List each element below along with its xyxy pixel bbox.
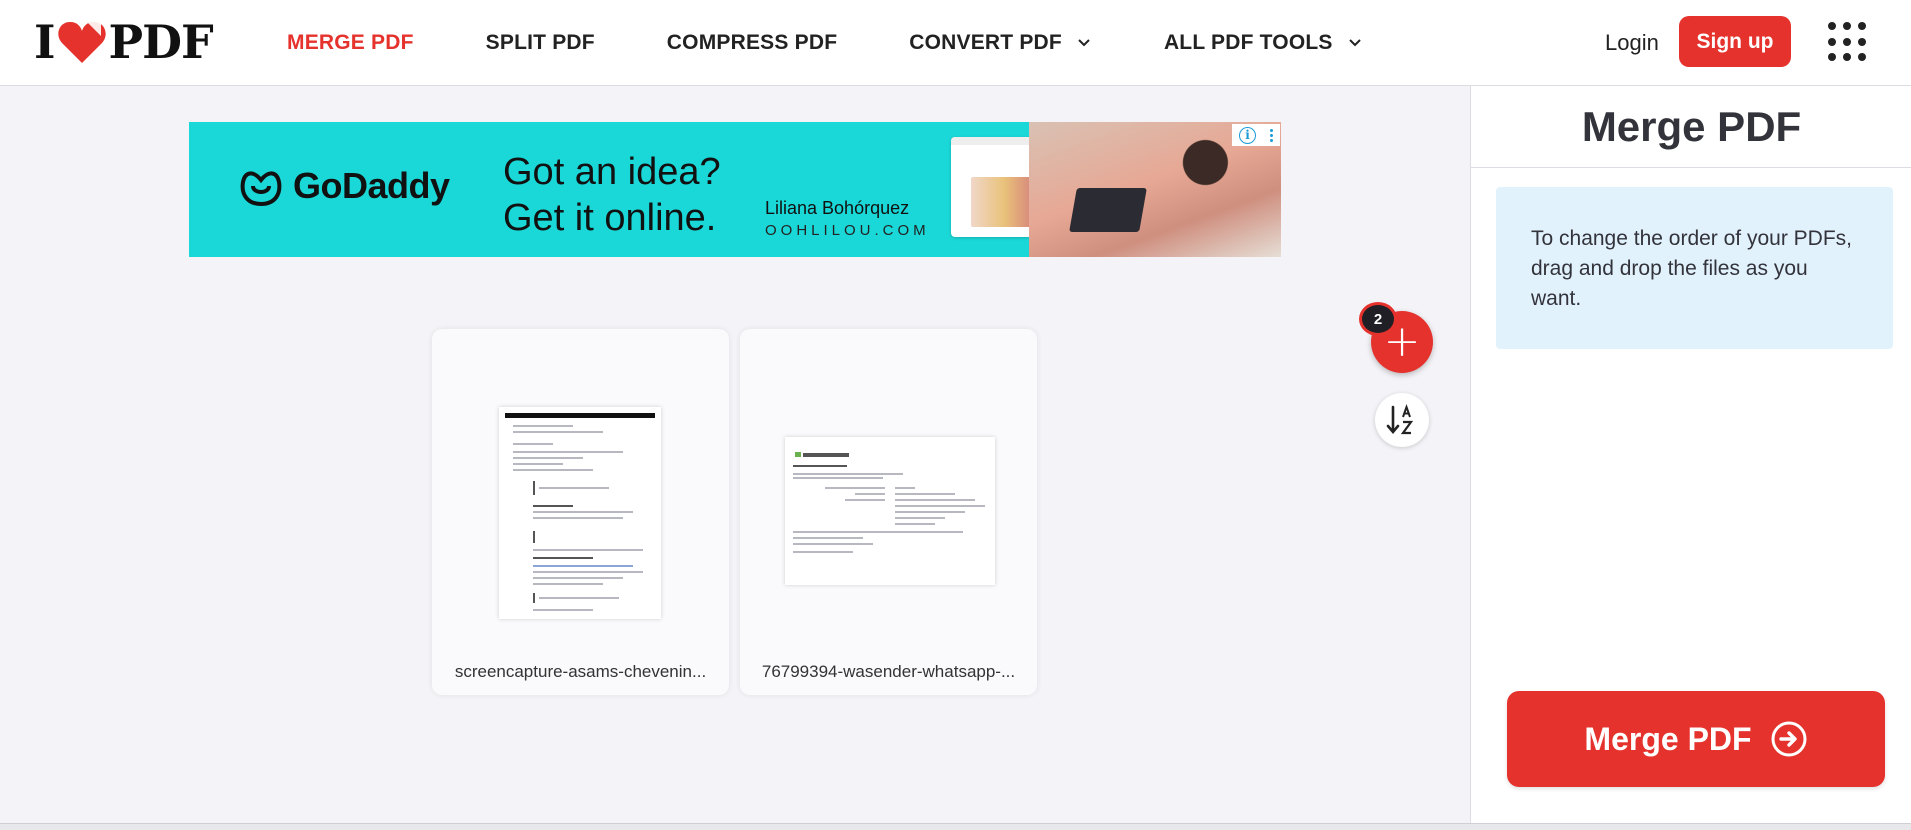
arrow-circle-right-icon xyxy=(1771,721,1807,757)
sort-az-button[interactable] xyxy=(1375,393,1429,447)
file-name: 76799394-wasender-whatsapp-... xyxy=(761,662,1016,681)
ad-headline: Got an idea? Get it online. xyxy=(503,149,721,241)
file-count-badge: 2 xyxy=(1359,302,1397,336)
more-options-icon[interactable] xyxy=(1270,128,1273,142)
ad-banner[interactable]: GoDaddy Got an idea? Get it online. Lili… xyxy=(189,122,1281,257)
nav-label: SPLIT PDF xyxy=(485,31,595,54)
nav-compress-pdf[interactable]: COMPRESS PDF xyxy=(667,31,837,55)
main-nav: MERGE PDF SPLIT PDF COMPRESS PDF CONVERT… xyxy=(287,0,1435,86)
bottom-edge xyxy=(0,823,1911,830)
signup-button[interactable]: Sign up xyxy=(1679,16,1791,67)
file-card[interactable]: 76799394-wasender-whatsapp-... xyxy=(740,329,1037,695)
nav-convert-pdf[interactable]: CONVERT PDF xyxy=(909,31,1092,55)
nav-split-pdf[interactable]: SPLIT PDF xyxy=(486,31,595,55)
nav-merge-pdf[interactable]: MERGE PDF xyxy=(287,31,414,55)
chevron-down-icon xyxy=(1348,39,1361,47)
godaddy-icon xyxy=(240,171,282,207)
top-header: I PDF MERGE PDF SPLIT PDF COMPRESS PDF C… xyxy=(0,0,1911,86)
ad-site-url: OOHLILOU.COM xyxy=(765,222,930,239)
apps-grid-icon[interactable] xyxy=(1828,22,1868,62)
pdf-thumbnail xyxy=(785,437,995,585)
ad-person-name: Liliana Bohórquez xyxy=(765,198,910,218)
nav-label: MERGE PDF xyxy=(287,31,414,54)
heart-icon xyxy=(57,21,106,63)
sidebar-title: Merge PDF xyxy=(1471,86,1911,168)
pdf-thumbnail xyxy=(499,407,661,619)
chevron-down-icon xyxy=(1078,39,1090,47)
sort-az-icon xyxy=(1386,403,1414,435)
file-card[interactable]: screencapture-asams-chevenin... xyxy=(432,329,729,695)
nav-label: CONVERT PDF xyxy=(909,31,1062,54)
ad-headline-line-2: Get it online. xyxy=(503,197,717,239)
order-instructions: To change the order of your PDFs, drag a… xyxy=(1496,187,1893,349)
merge-sidebar: Merge PDF To change the order of your PD… xyxy=(1470,86,1911,824)
nav-label: ALL PDF TOOLS xyxy=(1163,31,1333,54)
godaddy-logo: GoDaddy xyxy=(237,164,450,208)
nav-label: COMPRESS PDF xyxy=(666,31,838,54)
ad-headline-line-1: Got an idea? xyxy=(503,151,721,193)
login-link[interactable]: Login xyxy=(1605,30,1659,56)
ad-choices[interactable]: i xyxy=(1232,124,1280,146)
merge-button-label: Merge PDF xyxy=(1584,720,1752,757)
ad-brand: GoDaddy xyxy=(293,165,450,206)
file-name: screencapture-asams-chevenin... xyxy=(454,662,707,681)
logo-letter-i: I xyxy=(34,15,56,69)
logo-text-pdf: PDF xyxy=(108,15,214,69)
ilovepdf-logo[interactable]: I PDF xyxy=(34,15,214,69)
nav-all-pdf-tools[interactable]: ALL PDF TOOLS xyxy=(1164,31,1363,55)
merge-pdf-button[interactable]: Merge PDF xyxy=(1507,691,1885,787)
info-icon[interactable]: i xyxy=(1239,126,1256,144)
